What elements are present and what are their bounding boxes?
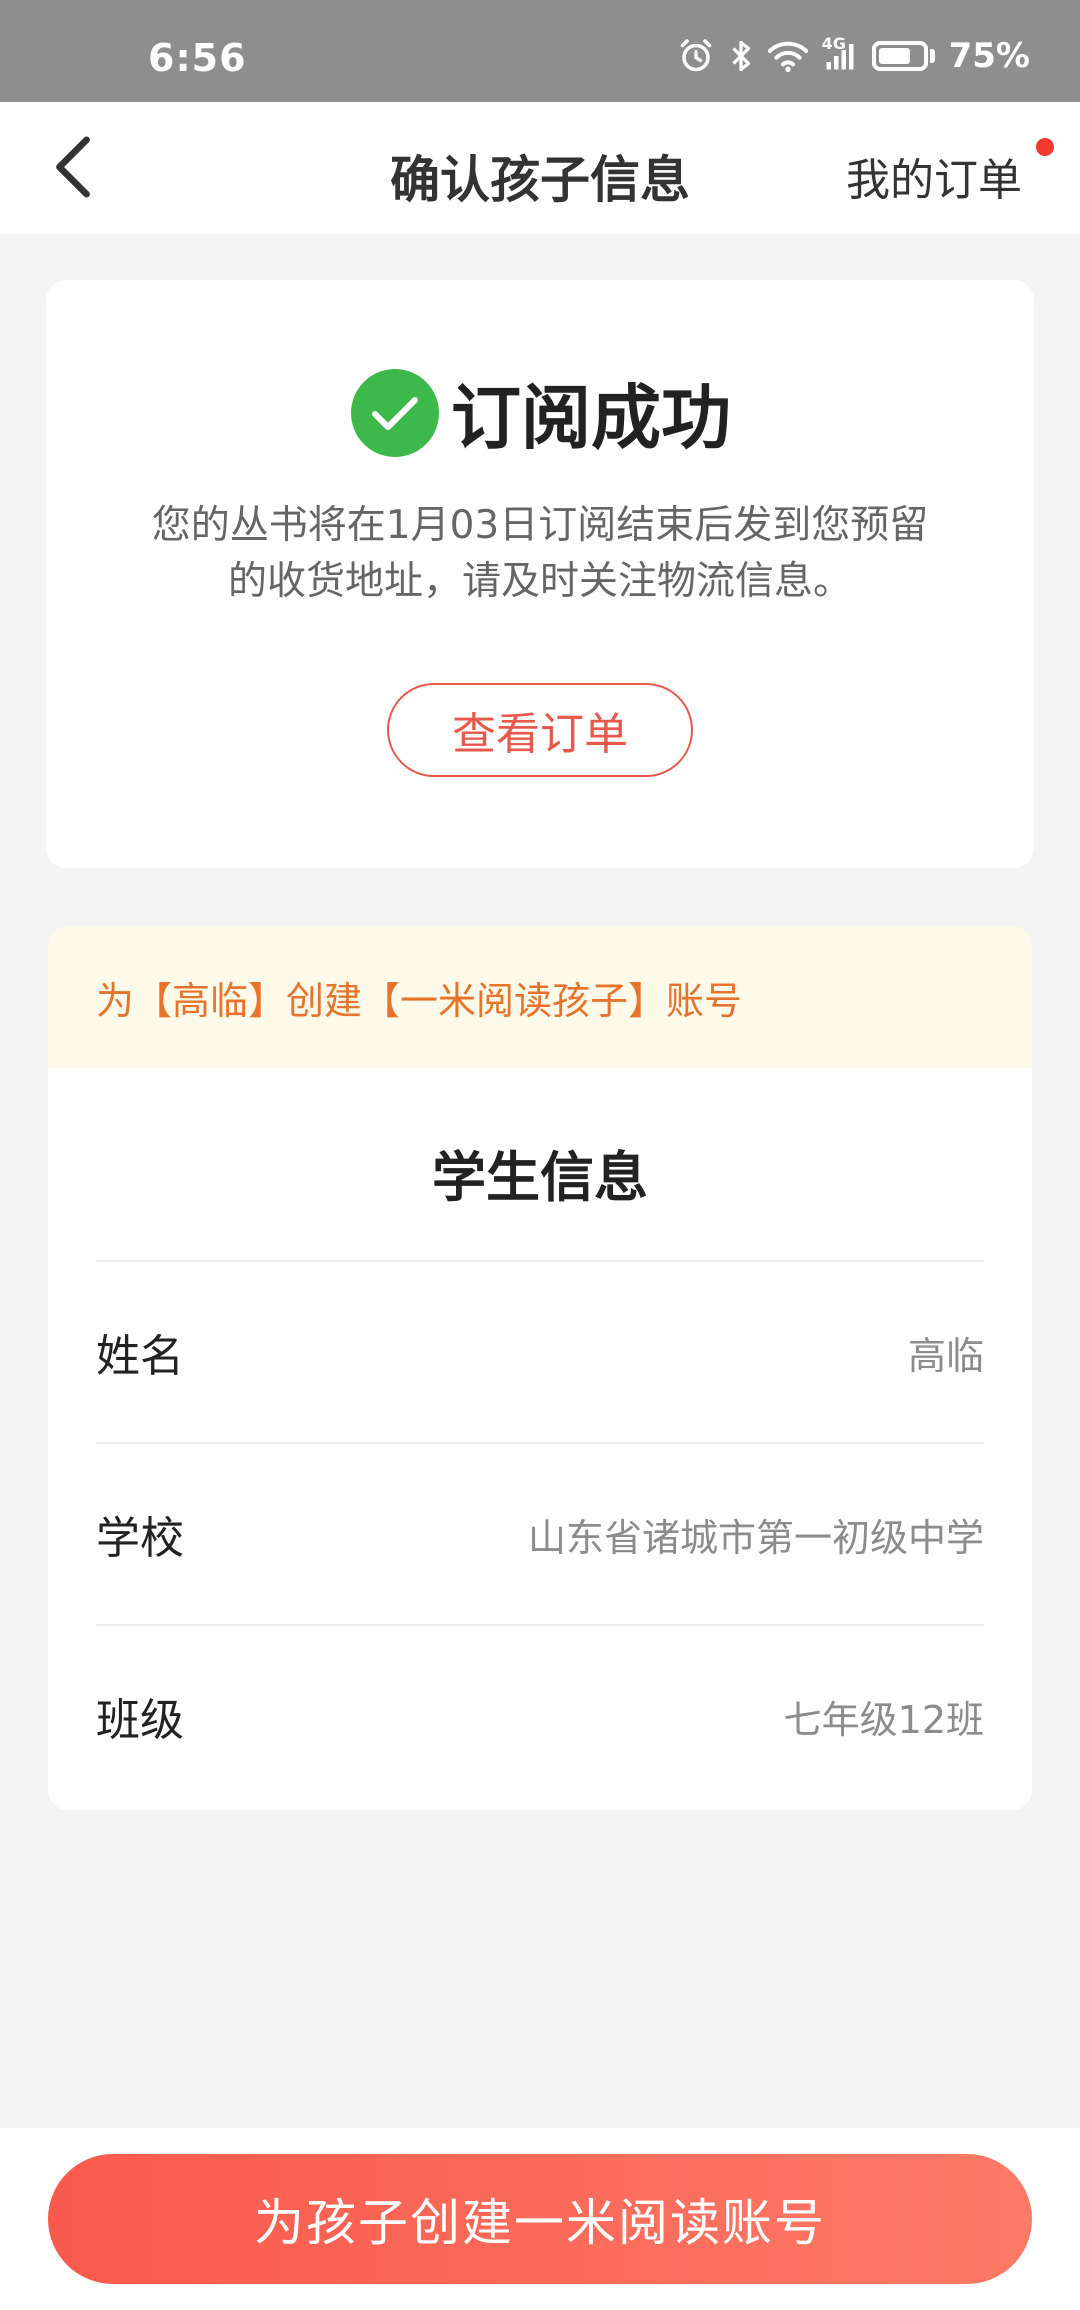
status-icons: 4G 75% (678, 34, 1030, 76)
battery-percent: 75% (948, 36, 1030, 76)
notification-dot (1036, 138, 1054, 156)
student-info-card: 为【高临】创建【一米阅读孩子】账号 学生信息 姓名 高临 学校 山东省诸城市第一… (48, 926, 1032, 1810)
bluetooth-icon (728, 38, 754, 74)
success-title: 订阅成功 (451, 377, 731, 459)
status-bar: 6:56 4G 75% (0, 0, 1080, 102)
alarm-icon (678, 38, 714, 74)
info-label: 姓名 (96, 1331, 184, 1382)
status-time: 6:56 (148, 36, 247, 80)
success-header: 订阅成功 (46, 362, 1034, 463)
info-value: 七年级12班 (783, 1697, 984, 1742)
info-value: 高临 (907, 1333, 984, 1378)
info-label: 班级 (96, 1695, 184, 1746)
section-title: 学生信息 (432, 1146, 648, 1209)
success-description: 您的丛书将在1月03日订阅结束后发到您预留的收货地址，请及时关注物流信息。 (151, 503, 929, 604)
nav-bar: 确认孩子信息 我的订单 (0, 102, 1080, 234)
info-label: 学校 (96, 1513, 184, 1564)
network-label: 4G (821, 34, 846, 53)
info-row-school: 学校 山东省诸城市第一初级中学 (96, 1442, 984, 1624)
info-row-class: 班级 七年级12班 (96, 1624, 984, 1806)
account-notice: 为【高临】创建【一米阅读孩子】账号 (48, 926, 1032, 1068)
view-order-button[interactable]: 查看订单 (387, 683, 693, 777)
check-circle-icon (351, 368, 439, 457)
my-orders-link[interactable]: 我的订单 (846, 144, 1022, 208)
wifi-icon (767, 39, 808, 73)
success-card: 订阅成功 您的丛书将在1月03日订阅结束后发到您预留的收货地址，请及时关注物流信… (46, 280, 1034, 868)
battery-icon (871, 41, 935, 71)
signal-icon: 4G (822, 34, 858, 72)
info-row-name: 姓名 高临 (96, 1260, 984, 1442)
bottom-bar: 为孩子创建一米阅读账号 (0, 2128, 1080, 2310)
create-account-button[interactable]: 为孩子创建一米阅读账号 (48, 2154, 1032, 2284)
info-value: 山东省诸城市第一初级中学 (527, 1515, 984, 1560)
